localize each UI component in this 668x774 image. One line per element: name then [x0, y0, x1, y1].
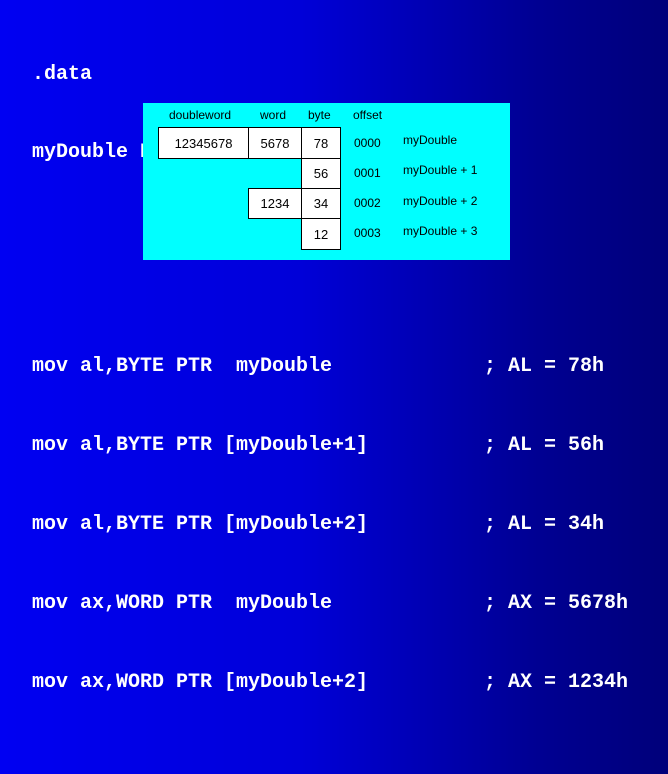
instruction-code: mov al,BYTE PTR [myDouble+2] — [32, 513, 369, 536]
instruction-code: mov ax,WORD PTR [myDouble+2] — [32, 671, 369, 694]
mov-instructions: mov al,BYTE PTR myDouble ; AL = 78h mov … — [32, 302, 628, 723]
instruction-line: mov al,BYTE PTR [myDouble+1] ; AL = 56h — [32, 433, 604, 460]
instruction-comment: ; AL = 34h — [484, 513, 605, 536]
word-cell-high: 1234 — [248, 188, 302, 219]
instruction-comment: ; AL = 56h — [484, 434, 605, 457]
doubleword-cell: 12345678 — [158, 127, 249, 159]
instruction-code: mov al,BYTE PTR [myDouble+1] — [32, 434, 369, 457]
byte-cell-2: 34 — [301, 188, 341, 219]
instruction-line: mov al,BYTE PTR [myDouble+2] ; AL = 34h — [32, 512, 604, 539]
instruction-code: mov al,BYTE PTR myDouble — [32, 355, 333, 378]
instruction-line: mov ax,WORD PTR myDouble ; AX = 5678h — [32, 591, 628, 618]
label-1: myDouble + 1 — [403, 163, 478, 177]
instruction-line: mov ax,WORD PTR [myDouble+2] ; AX = 1234… — [32, 670, 628, 697]
instruction-comment: ; AL = 78h — [484, 355, 605, 378]
data-directive: .data — [32, 63, 93, 86]
header-offset: offset — [353, 108, 383, 122]
byte-cell-1: 56 — [301, 158, 341, 189]
byte-cell-0: 78 — [301, 127, 341, 159]
offset-2: 0002 — [354, 196, 381, 210]
label-2: myDouble + 2 — [403, 194, 478, 208]
label-3: myDouble + 3 — [403, 224, 478, 238]
instruction-code: mov ax,WORD PTR myDouble — [32, 592, 333, 615]
instruction-line: mov al,BYTE PTR myDouble ; AL = 78h — [32, 354, 604, 381]
memory-layout-diagram: doubleword word byte offset 12345678 567… — [143, 103, 510, 260]
word-cell-low: 5678 — [248, 127, 302, 159]
offset-0: 0000 — [354, 136, 381, 150]
instruction-comment: ; AX = 1234h — [484, 671, 629, 694]
header-doubleword: doubleword — [169, 108, 232, 122]
header-word: word — [260, 108, 287, 122]
offset-3: 0003 — [354, 226, 381, 240]
offset-1: 0001 — [354, 166, 381, 180]
instruction-comment: ; AX = 5678h — [484, 592, 629, 615]
label-0: myDouble — [403, 133, 458, 147]
header-byte: byte — [308, 108, 331, 122]
byte-cell-3: 12 — [301, 218, 341, 250]
